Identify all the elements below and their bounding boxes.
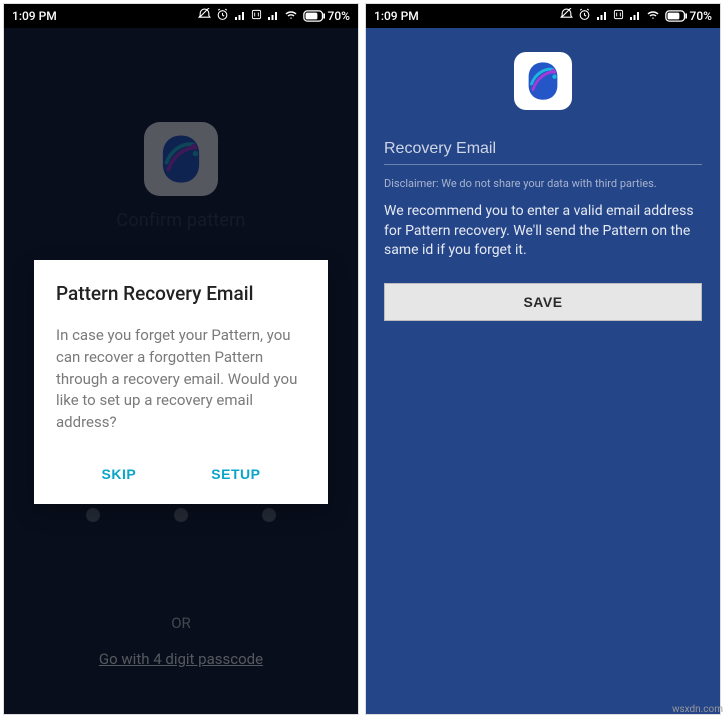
data-icon <box>251 9 262 23</box>
save-button[interactable]: SAVE <box>384 283 702 321</box>
setup-button[interactable]: SETUP <box>199 458 272 490</box>
dnd-icon <box>198 8 211 24</box>
skip-button[interactable]: SKIP <box>90 458 149 490</box>
dialog-scrim[interactable]: Pattern Recovery Email In case you forge… <box>4 28 358 714</box>
disclaimer-text: Disclaimer: We do not share your data wi… <box>384 177 702 190</box>
recovery-dialog: Pattern Recovery Email In case you forge… <box>34 260 328 504</box>
battery-indicator: 70% <box>665 9 712 23</box>
screenshot-left: 1:09 PM 70% Confirm pattern <box>3 3 359 715</box>
battery-icon <box>665 10 687 22</box>
status-time: 1:09 PM <box>374 9 419 23</box>
signal-icon <box>596 9 608 24</box>
app-logo <box>514 52 572 110</box>
statusbar: 1:09 PM 70% <box>366 4 720 28</box>
wifi-icon <box>646 9 660 24</box>
recovery-email-field[interactable] <box>384 134 702 165</box>
screenshot-right: 1:09 PM 70% Disclaimer: We <box>365 3 721 715</box>
battery-indicator: 70% <box>303 9 350 23</box>
dnd-icon <box>560 8 573 24</box>
right-body: Disclaimer: We do not share your data wi… <box>366 28 720 714</box>
alarm-icon <box>216 8 229 24</box>
battery-percent: 70% <box>690 9 712 23</box>
alarm-icon <box>578 8 591 24</box>
recommend-text: We recommend you to enter a valid email … <box>384 202 702 261</box>
wifi-icon <box>284 9 298 24</box>
status-icons-group: 70% <box>560 8 712 24</box>
dialog-body: In case you forget your Pattern, you can… <box>56 325 306 434</box>
battery-icon <box>303 10 325 22</box>
signal2-icon <box>267 9 279 24</box>
signal2-icon <box>629 9 641 24</box>
data-icon <box>613 9 624 23</box>
dialog-title: Pattern Recovery Email <box>56 282 306 305</box>
signal-icon <box>234 9 246 24</box>
battery-percent: 70% <box>328 9 350 23</box>
status-icons-group: 70% <box>198 8 350 24</box>
dialog-actions: SKIP SETUP <box>56 458 306 490</box>
watermark: wsxdn.com <box>672 704 723 715</box>
status-time: 1:09 PM <box>12 9 57 23</box>
statusbar: 1:09 PM 70% <box>4 4 358 28</box>
